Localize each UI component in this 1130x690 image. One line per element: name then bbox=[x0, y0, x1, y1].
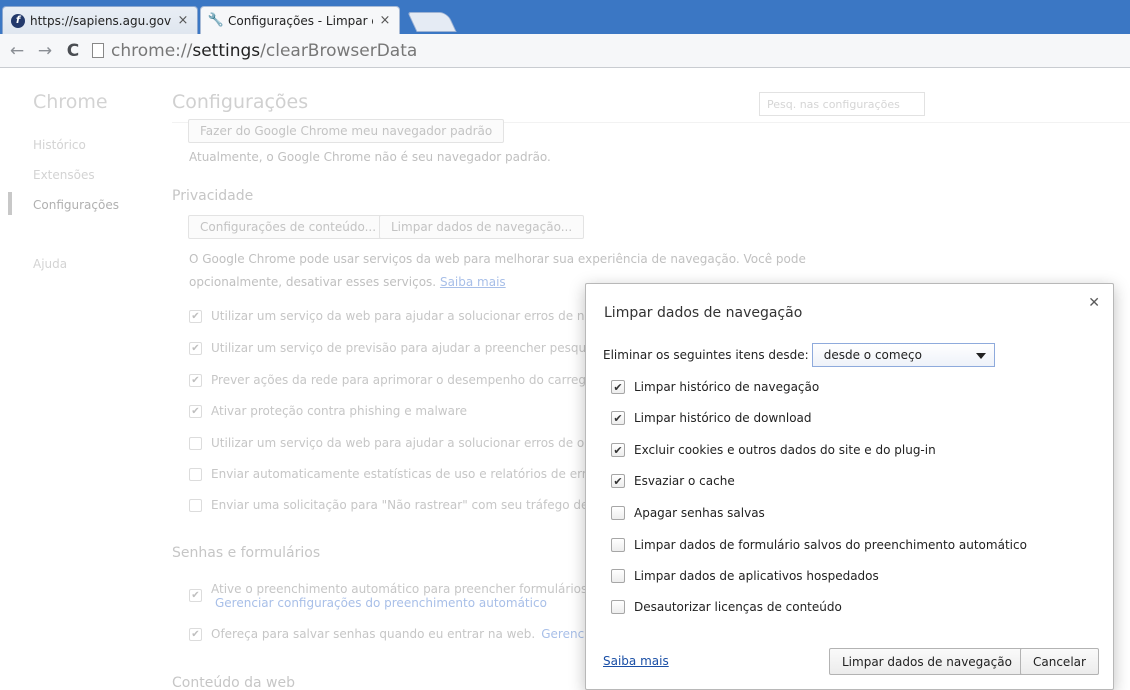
clear-option-label: Limpar dados de aplicativos hospedados bbox=[634, 569, 879, 583]
autofill-option[interactable]: ✔ Ative o preenchimento automático para … bbox=[189, 582, 635, 610]
clear-browsing-data-button[interactable]: Limpar dados de navegação... bbox=[379, 215, 585, 239]
url-path: /clearBrowserData bbox=[260, 40, 418, 61]
clear-option[interactable]: ✔ Esvaziar o cache bbox=[611, 474, 735, 488]
tab-settings[interactable]: 🔧 Configurações - Limpar d × bbox=[200, 6, 400, 34]
close-icon[interactable]: × bbox=[177, 13, 189, 28]
dropdown-arrow-icon bbox=[975, 353, 986, 359]
autofill-label: Ative o preenchimento automático para pr… bbox=[211, 582, 635, 596]
checkbox-unchecked-icon[interactable] bbox=[189, 498, 202, 512]
close-icon[interactable]: ✕ bbox=[1088, 295, 1100, 311]
wrench-icon: 🔧 bbox=[207, 13, 225, 28]
tab-sapiens[interactable]: f https://sapiens.agu.gov.br × bbox=[2, 6, 198, 34]
time-range-label: Eliminar os seguintes itens desde: bbox=[603, 348, 809, 362]
forward-arrow-icon[interactable]: → bbox=[34, 40, 56, 62]
close-icon[interactable]: × bbox=[379, 13, 391, 28]
checkbox-checked-icon[interactable]: ✔ bbox=[189, 373, 202, 387]
clear-option-label: Limpar histórico de navegação bbox=[634, 380, 820, 394]
clear-option[interactable]: Limpar dados de formulário salvos do pre… bbox=[611, 538, 1027, 552]
privacy-heading: Privacidade bbox=[172, 188, 254, 204]
sidebar-item-history[interactable]: Histórico bbox=[33, 138, 86, 152]
checkbox-checked-icon[interactable]: ✔ bbox=[611, 443, 625, 457]
privacy-option-label: Prever ações da rede para aprimorar o de… bbox=[211, 373, 633, 387]
clear-option[interactable]: Limpar dados de aplicativos hospedados bbox=[611, 569, 879, 583]
privacy-description: O Google Chrome pode usar serviços da we… bbox=[189, 252, 806, 266]
page-title: Configurações bbox=[172, 91, 309, 113]
clear-option[interactable]: ✔ Limpar histórico de download bbox=[611, 411, 812, 425]
web-content-heading: Conteúdo da web bbox=[172, 675, 295, 690]
checkbox-checked-icon[interactable]: ✔ bbox=[189, 309, 202, 323]
site-favicon-icon: f bbox=[11, 13, 25, 28]
url-scheme: chrome:// bbox=[111, 40, 193, 61]
clear-option[interactable]: Apagar senhas salvas bbox=[611, 506, 765, 520]
checkbox-checked-icon[interactable]: ✔ bbox=[189, 627, 202, 641]
dialog-learn-more-link[interactable]: Saiba mais bbox=[603, 654, 669, 668]
back-arrow-icon[interactable]: ← bbox=[6, 40, 28, 62]
sidebar-item-settings[interactable]: Configurações bbox=[33, 198, 119, 212]
tab-title: Configurações - Limpar d bbox=[228, 13, 373, 28]
privacy-option-label: Ativar proteção contra phishing e malwar… bbox=[211, 404, 467, 418]
save-passwords-option[interactable]: ✔ Ofereça para salvar senhas quando eu e… bbox=[189, 627, 646, 641]
privacy-option-label: Utilizar um serviço da web para ajudar a… bbox=[211, 309, 643, 323]
sidebar-selection-marker bbox=[8, 192, 12, 215]
clear-option-label: Desautorizar licenças de conteúdo bbox=[634, 600, 842, 614]
browser-window: f https://sapiens.agu.gov.br × 🔧 Configu… bbox=[0, 0, 1130, 690]
sidebar-title: Chrome bbox=[33, 91, 108, 113]
page-icon bbox=[92, 43, 104, 58]
privacy-description-2: opcionalmente, desativar esses serviços.… bbox=[189, 275, 506, 289]
checkbox-unchecked-icon[interactable] bbox=[611, 569, 625, 583]
checkbox-checked-icon[interactable]: ✔ bbox=[611, 380, 625, 394]
time-range-row: Eliminar os seguintes itens desde: desde… bbox=[603, 343, 995, 367]
sidebar-item-help[interactable]: Ajuda bbox=[33, 257, 67, 271]
checkbox-checked-icon[interactable]: ✔ bbox=[611, 411, 625, 425]
time-range-select[interactable]: desde o começo bbox=[811, 343, 995, 367]
checkbox-checked-icon[interactable]: ✔ bbox=[189, 404, 202, 418]
tab-strip: f https://sapiens.agu.gov.br × 🔧 Configu… bbox=[0, 0, 1130, 34]
dialog-title: Limpar dados de navegação bbox=[604, 305, 803, 321]
clear-option-label: Limpar histórico de download bbox=[634, 411, 812, 425]
privacy-option[interactable]: ✔ Prever ações da rede para aprimorar o … bbox=[189, 373, 632, 387]
reload-icon[interactable]: C bbox=[62, 40, 84, 62]
checkbox-unchecked-icon[interactable] bbox=[611, 538, 625, 552]
default-browser-button[interactable]: Fazer do Google Chrome meu navegador pad… bbox=[188, 119, 505, 143]
default-browser-status: Atualmente, o Google Chrome não é seu na… bbox=[189, 150, 551, 164]
checkbox-checked-icon[interactable]: ✔ bbox=[189, 341, 202, 355]
content-settings-button[interactable]: Configurações de conteúdo... bbox=[188, 215, 389, 239]
clear-option-label: Limpar dados de formulário salvos do pre… bbox=[634, 538, 1027, 552]
url-host: settings bbox=[192, 40, 261, 61]
checkbox-unchecked-icon[interactable] bbox=[189, 467, 202, 481]
checkbox-unchecked-icon[interactable] bbox=[189, 436, 202, 450]
confirm-clear-button[interactable]: Limpar dados de navegação bbox=[829, 648, 1025, 675]
privacy-option[interactable]: ✔ Utilizar um serviço da web para ajudar… bbox=[189, 309, 643, 323]
settings-search-input[interactable]: Pesq. nas configurações bbox=[759, 92, 925, 116]
checkbox-checked-icon[interactable]: ✔ bbox=[189, 589, 202, 602]
checkbox-unchecked-icon[interactable] bbox=[611, 506, 625, 520]
privacy-option[interactable]: Utilizar um serviço da web para ajudar a… bbox=[189, 436, 636, 450]
checkbox-unchecked-icon[interactable] bbox=[611, 600, 625, 614]
address-bar[interactable]: chrome://settings/clearBrowserData bbox=[92, 38, 1124, 64]
clear-option-label: Apagar senhas salvas bbox=[634, 506, 765, 520]
cancel-button[interactable]: Cancelar bbox=[1020, 648, 1099, 675]
sidebar-item-extensions[interactable]: Extensões bbox=[33, 168, 95, 182]
privacy-option[interactable]: ✔ Ativar proteção contra phishing e malw… bbox=[189, 404, 467, 418]
clear-option[interactable]: ✔ Excluir cookies e outros dados do site… bbox=[611, 443, 936, 457]
new-tab-button[interactable] bbox=[407, 12, 457, 32]
privacy-option-label: Utilizar um serviço da web para ajudar a… bbox=[211, 436, 637, 450]
time-range-value: desde o começo bbox=[823, 348, 922, 362]
clear-option-label: Esvaziar o cache bbox=[634, 474, 735, 488]
clear-browsing-data-dialog: ✕ Limpar dados de navegação Eliminar os … bbox=[585, 283, 1114, 690]
checkbox-checked-icon[interactable]: ✔ bbox=[611, 474, 625, 488]
tab-title: https://sapiens.agu.gov.br bbox=[30, 13, 171, 28]
clear-option[interactable]: Desautorizar licenças de conteúdo bbox=[611, 600, 842, 614]
clear-option[interactable]: ✔ Limpar histórico de navegação bbox=[611, 380, 819, 394]
autofill-settings-link[interactable]: Gerenciar configurações do preenchimento… bbox=[215, 596, 635, 610]
clear-option-label: Excluir cookies e outros dados do site e… bbox=[634, 443, 936, 457]
save-passwords-label: Ofereça para salvar senhas quando eu ent… bbox=[211, 627, 536, 641]
passwords-heading: Senhas e formulários bbox=[172, 545, 321, 561]
privacy-learn-more-link[interactable]: Saiba mais bbox=[440, 275, 506, 289]
privacy-description-text: opcionalmente, desativar esses serviços. bbox=[189, 275, 437, 289]
autofill-text: Ative o preenchimento automático para pr… bbox=[211, 582, 635, 610]
browser-toolbar: ← → C chrome://settings/clearBrowserData bbox=[0, 34, 1130, 68]
